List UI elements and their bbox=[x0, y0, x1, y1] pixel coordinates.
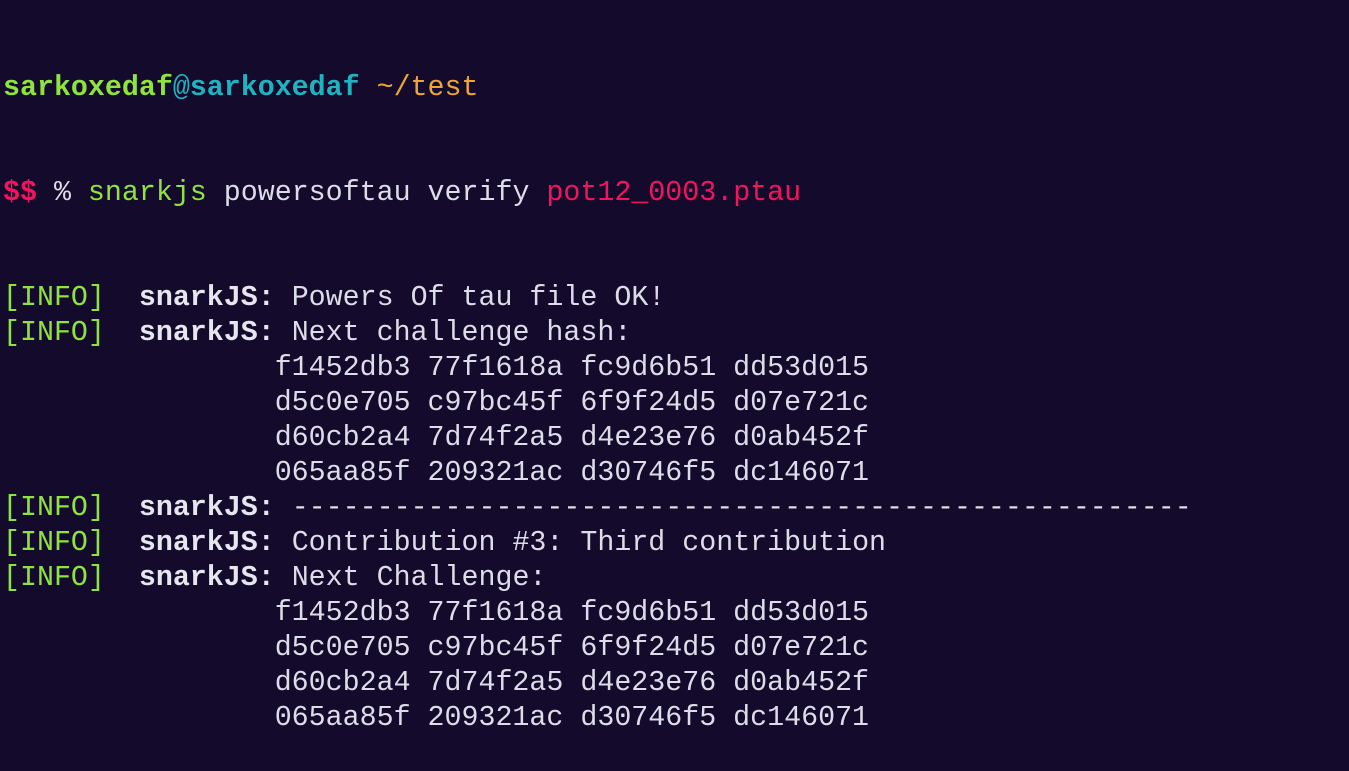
prompt-percent: % bbox=[53, 177, 71, 209]
hash-line: d60cb2a4 7d74f2a5 d4e23e76 d0ab452f bbox=[3, 666, 1192, 701]
prompt-user: sarkoxedaf bbox=[3, 72, 173, 104]
hash-value: f1452db3 77f1618a fc9d6b51 dd53d015 bbox=[274, 597, 870, 629]
hash-line: f1452db3 77f1618a fc9d6b51 dd53d015 bbox=[3, 351, 1192, 386]
log-source: snarkJS: bbox=[138, 492, 275, 524]
command-file: pot12_0003.ptau bbox=[546, 177, 802, 209]
hash-line: d60cb2a4 7d74f2a5 d4e23e76 d0ab452f bbox=[3, 421, 1192, 456]
hash-value: d5c0e705 c97bc45f 6f9f24d5 d07e721c bbox=[274, 632, 870, 664]
terminal-output[interactable]: sarkoxedaf@sarkoxedaf ~/test $$ % snarkj… bbox=[3, 1, 1192, 771]
hash-line: d5c0e705 c97bc45f 6f9f24d5 d07e721c bbox=[3, 631, 1192, 666]
log-line: [INFO] snarkJS: Next challenge hash: bbox=[3, 316, 1192, 351]
log-source: snarkJS: bbox=[138, 317, 275, 349]
log-tag: [INFO] bbox=[3, 527, 105, 559]
prompt-host: sarkoxedaf bbox=[189, 72, 360, 104]
hash-value: f1452db3 77f1618a fc9d6b51 dd53d015 bbox=[274, 352, 870, 384]
command-args: powersoftau verify bbox=[223, 177, 530, 209]
log-source: snarkJS: bbox=[138, 562, 275, 594]
log-source: snarkJS: bbox=[138, 527, 275, 559]
command-name: snarkjs bbox=[87, 177, 207, 209]
log-tag: [INFO] bbox=[3, 282, 105, 314]
prompt-path: ~/test bbox=[376, 72, 479, 104]
log-message: ----------------------------------------… bbox=[291, 492, 1192, 524]
hash-value: d60cb2a4 7d74f2a5 d4e23e76 d0ab452f bbox=[274, 667, 870, 699]
log-message: Powers Of tau file OK! bbox=[291, 282, 666, 314]
log-message: Next challenge hash: bbox=[291, 317, 632, 349]
hash-value: d5c0e705 c97bc45f 6f9f24d5 d07e721c bbox=[274, 387, 870, 419]
hash-value: 065aa85f 209321ac d30746f5 dc146071 bbox=[274, 702, 870, 734]
hash-value: 065aa85f 209321ac d30746f5 dc146071 bbox=[274, 457, 870, 489]
prompt-symbol: $$ bbox=[3, 177, 37, 209]
prompt-at: @ bbox=[172, 72, 190, 104]
prompt-line: sarkoxedaf@sarkoxedaf ~/test bbox=[3, 71, 1192, 106]
log-tag: [INFO] bbox=[3, 317, 105, 349]
hash-line: 065aa85f 209321ac d30746f5 dc146071 bbox=[3, 456, 1192, 491]
log-tag: [INFO] bbox=[3, 562, 105, 594]
log-line: [INFO] snarkJS: Powers Of tau file OK! bbox=[3, 281, 1192, 316]
hash-line: 065aa85f 209321ac d30746f5 dc146071 bbox=[3, 701, 1192, 736]
log-message: Contribution #3: Third contribution bbox=[291, 527, 887, 559]
hash-value: d60cb2a4 7d74f2a5 d4e23e76 d0ab452f bbox=[274, 422, 870, 454]
log-line: [INFO] snarkJS: Next Challenge: bbox=[3, 561, 1192, 596]
command-line: $$ % snarkjs powersoftau verify pot12_00… bbox=[3, 176, 1192, 211]
log-message: Next Challenge: bbox=[291, 562, 547, 594]
hash-line: f1452db3 77f1618a fc9d6b51 dd53d015 bbox=[3, 596, 1192, 631]
log-tag: [INFO] bbox=[3, 492, 105, 524]
hash-line: d5c0e705 c97bc45f 6f9f24d5 d07e721c bbox=[3, 386, 1192, 421]
log-line: [INFO] snarkJS: Contribution #3: Third c… bbox=[3, 526, 1192, 561]
log-source: snarkJS: bbox=[138, 282, 275, 314]
log-line: [INFO] snarkJS: ------------------------… bbox=[3, 491, 1192, 526]
